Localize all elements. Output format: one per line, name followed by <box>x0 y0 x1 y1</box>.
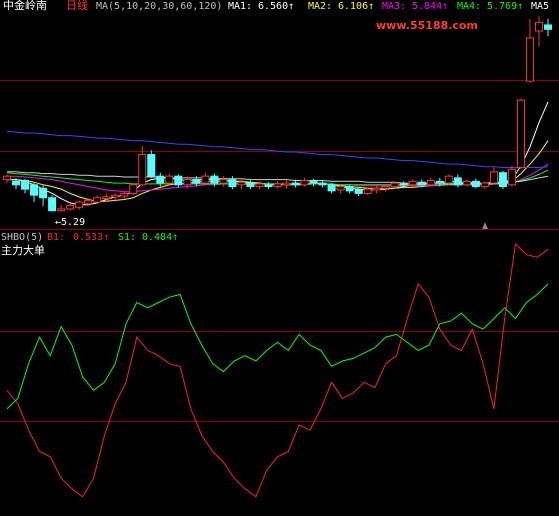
chart-background <box>0 0 559 516</box>
candlestick <box>147 150 156 178</box>
candle-body <box>507 168 516 186</box>
candle-body <box>399 183 408 186</box>
candle-body <box>435 180 444 184</box>
candle-body <box>462 180 471 186</box>
candle-body <box>363 188 372 194</box>
watermark: www.55188.com <box>376 19 478 32</box>
candle-body <box>111 194 120 198</box>
candle-body <box>201 175 210 184</box>
candle-body <box>129 184 138 194</box>
candlestick <box>507 165 516 187</box>
candle-body <box>21 179 30 190</box>
candle-body <box>30 184 39 196</box>
candle-body <box>489 171 498 184</box>
low-annotation: ←5.29 <box>55 217 85 228</box>
candle-body <box>426 179 435 186</box>
low-price-label: ←5.29 <box>55 217 85 228</box>
candle-body <box>444 175 453 184</box>
candle-body <box>12 180 21 186</box>
candle-body <box>345 186 354 192</box>
candle-body <box>246 182 255 188</box>
indicator-subtitle: 主力大单 <box>1 243 45 257</box>
candle-body <box>318 182 327 186</box>
candle-body <box>354 189 363 194</box>
ma-params: MA(5,10,20,30,60,120) <box>96 1 222 12</box>
candlestick <box>516 98 525 170</box>
candle-body <box>93 197 102 203</box>
candle-body <box>255 183 264 188</box>
candle-body <box>336 186 345 191</box>
candlestick <box>498 170 507 190</box>
candlestick <box>129 183 138 196</box>
candle-body <box>57 208 66 212</box>
candle-body <box>417 181 426 186</box>
ma-legend-label: MA3: <box>382 1 406 12</box>
candle-body <box>544 24 552 30</box>
kline-chart[interactable]: 中金岭南 日线 MA(5,10,20,30,60,120) MA1: 6.560↑… <box>0 0 559 516</box>
ma-legend-value: 6.106↑ <box>338 1 374 12</box>
s1-label: S1: <box>118 232 136 243</box>
ma-legend-label: MA2: <box>308 1 332 12</box>
ma-legend-label: MA1: <box>228 1 252 12</box>
b1-value: 0.533↑ <box>73 232 109 243</box>
candle-body <box>408 180 417 186</box>
candle-body <box>390 182 399 188</box>
ma-legend-value: 6.560↑ <box>258 1 294 12</box>
candle-body <box>291 182 300 186</box>
candle-body <box>210 175 219 184</box>
candle-body <box>480 182 489 188</box>
b1-label: B1: <box>47 232 65 243</box>
candle-body <box>273 183 282 188</box>
candle-body <box>282 182 291 186</box>
candle-body <box>147 154 156 177</box>
candle-body <box>165 175 174 184</box>
stock-name[interactable]: 中金岭南 <box>3 0 47 12</box>
candle-body <box>228 179 237 188</box>
candle-body <box>534 21 543 32</box>
candle-body <box>138 154 147 186</box>
s1-value: 0.484↑ <box>142 232 178 243</box>
candle-body <box>525 37 534 82</box>
candle-body <box>471 180 480 188</box>
candle-body <box>192 179 201 184</box>
candle-body <box>453 177 462 186</box>
candle-body <box>102 196 111 200</box>
candle-body <box>300 179 309 186</box>
ma-legend: MA1: 6.560↑ MA2: 6.106↑ MA3: 5.844↑ MA4: 5.769↑… <box>228 1 549 12</box>
ma-legend-label: MA5 <box>531 1 549 12</box>
candle-body <box>156 175 165 184</box>
candle-body <box>120 192 129 197</box>
candle-body <box>237 181 246 186</box>
candle-body <box>48 197 57 212</box>
candle-body <box>381 186 390 189</box>
ma-legend-value: 5.769↑ <box>487 1 523 12</box>
candlestick <box>444 174 453 185</box>
candle-body <box>39 187 48 199</box>
candle-body <box>219 179 228 184</box>
indicator-name[interactable]: SHBO(5) <box>1 232 43 243</box>
candlestick <box>48 195 57 212</box>
candle-body <box>3 175 11 181</box>
candle-body <box>327 184 336 192</box>
candle-body <box>516 99 525 169</box>
candle-body <box>372 187 381 191</box>
candle-body <box>84 199 93 205</box>
candle-body <box>75 201 84 208</box>
candle-body <box>174 175 183 186</box>
candle-body <box>498 172 507 188</box>
candle-body <box>264 184 273 188</box>
candle-body <box>309 180 318 184</box>
candle-body <box>66 205 75 210</box>
ma-legend-value: 5.844↑ <box>412 1 448 12</box>
candle-body <box>183 179 192 186</box>
ma-legend-label: MA4: <box>457 1 481 12</box>
period-label[interactable]: 日线 <box>66 0 88 12</box>
